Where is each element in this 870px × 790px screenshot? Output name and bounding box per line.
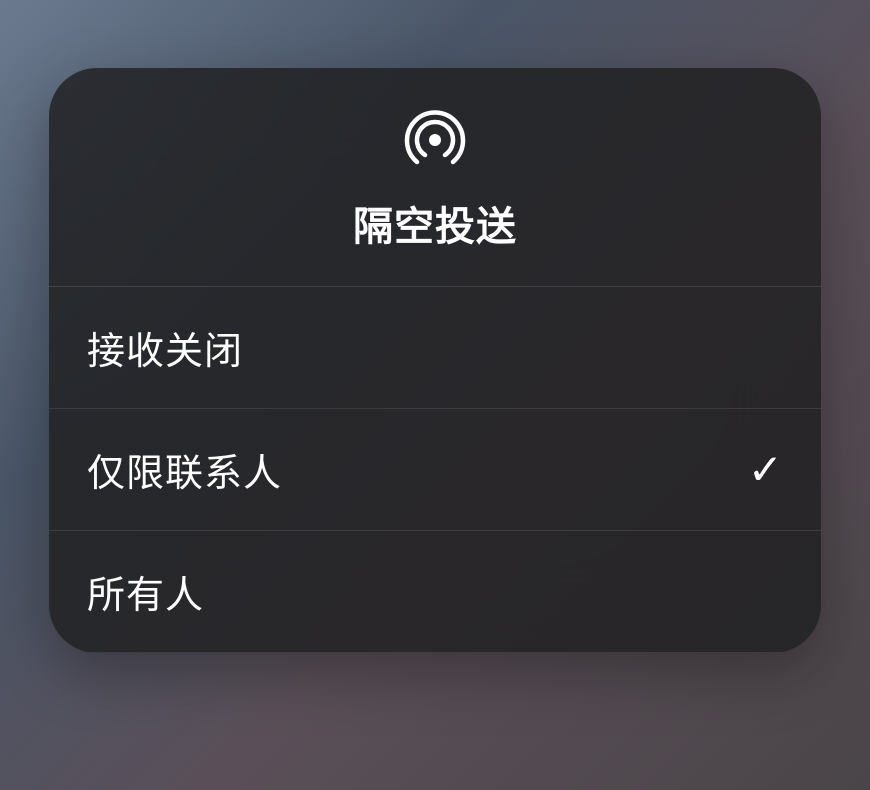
airdrop-panel: 隔空投送 接收关闭 ✓ 仅限联系人 ✓ 所有人 ✓ (49, 68, 821, 653)
option-receiving-off[interactable]: 接收关闭 ✓ (49, 287, 821, 409)
option-label: 所有人 (87, 564, 204, 619)
option-label: 仅限联系人 (87, 442, 282, 497)
panel-header: 隔空投送 (49, 68, 821, 286)
option-everyone[interactable]: 所有人 ✓ (49, 531, 821, 653)
checkmark-icon: ✓ (748, 445, 783, 494)
airdrop-icon (403, 108, 467, 172)
options-list: 接收关闭 ✓ 仅限联系人 ✓ 所有人 ✓ (49, 286, 821, 653)
option-contacts-only[interactable]: 仅限联系人 ✓ (49, 409, 821, 531)
panel-title: 隔空投送 (353, 194, 517, 252)
option-label: 接收关闭 (87, 320, 243, 375)
